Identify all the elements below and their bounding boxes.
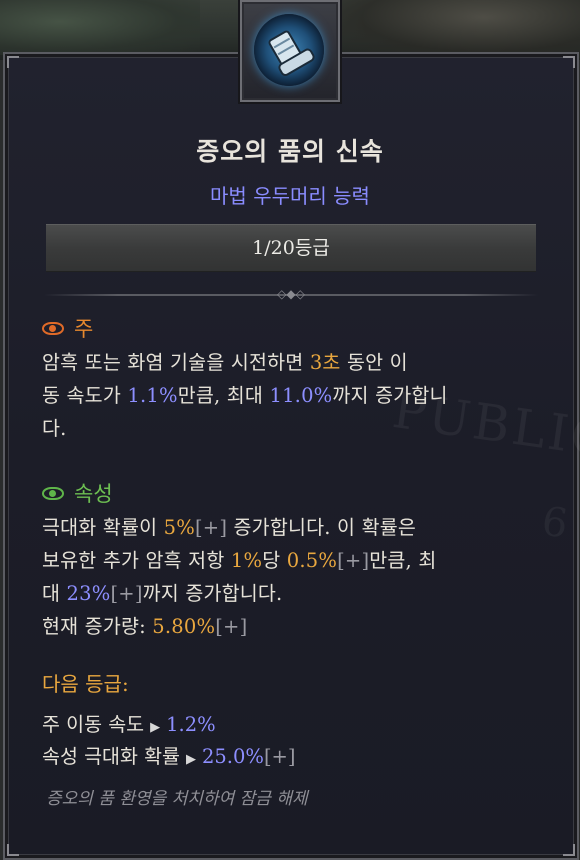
resist-value: 1% bbox=[230, 549, 263, 572]
text-span: 보유한 추가 암흑 저항 bbox=[42, 549, 231, 572]
main-label: 주 bbox=[74, 317, 94, 341]
text-span: 만큼, 최 bbox=[369, 549, 437, 572]
arrow-icon: ▶ bbox=[185, 752, 196, 767]
main-line: 암흑 또는 화염 기술을 시전하면 3초 동안 이 bbox=[42, 346, 542, 379]
plus-marker: [+] bbox=[337, 549, 370, 572]
text-span: 당 bbox=[262, 549, 287, 572]
crit-value: 5% bbox=[163, 516, 195, 539]
main-section-header: 주 bbox=[42, 314, 93, 342]
background-foliage bbox=[0, 0, 200, 55]
eye-icon bbox=[42, 486, 64, 500]
attribute-description: 극대화 확률이 5%[+] 증가합니다. 이 확률은 보유한 추가 암흑 저항 … bbox=[42, 511, 542, 643]
text-span: 까지 증가합니 bbox=[332, 384, 448, 407]
plus-marker: [+] bbox=[263, 745, 296, 768]
next-rank-title: 다음 등급: bbox=[42, 672, 129, 696]
duration-value: 3초 bbox=[309, 351, 341, 374]
current-value: 5.80% bbox=[152, 615, 216, 638]
main-line: 다. bbox=[42, 412, 542, 445]
divider-ornament-icon: ◇◆◇ bbox=[277, 287, 305, 301]
attribute-line: 보유한 추가 암흑 저항 1%당 0.5%[+]만큼, 최 bbox=[42, 544, 542, 577]
plus-marker: [+] bbox=[215, 615, 248, 638]
eye-icon bbox=[42, 321, 64, 335]
tooltip-panel bbox=[3, 52, 579, 860]
current-increase-line: 현재 증가량: 5.80%[+] bbox=[42, 610, 542, 643]
rank-bar: 1/20등급 bbox=[46, 224, 536, 272]
panel-corner bbox=[7, 844, 19, 856]
max-speed-value: 11.0% bbox=[269, 384, 333, 407]
text-span: 증가합니다. 이 확률은 bbox=[227, 516, 416, 539]
panel-corner bbox=[563, 56, 575, 68]
skill-title: 증오의 품의 신속 bbox=[196, 137, 384, 166]
current-label: 현재 증가량: bbox=[42, 615, 153, 638]
background-statue bbox=[340, 0, 580, 58]
unlock-requirement: 증오의 품 환영을 처치하여 잠금 해제 bbox=[46, 789, 308, 809]
arrow-icon: ▶ bbox=[150, 720, 161, 735]
attribute-section-header: 속성 bbox=[42, 479, 113, 507]
attribute-line: 극대화 확률이 5%[+] 증가합니다. 이 확률은 bbox=[42, 511, 542, 544]
speed-value: 1.1% bbox=[127, 384, 178, 407]
next-rank-label: 주 이동 속도 bbox=[42, 713, 145, 736]
text-span: 까지 증가합니다. bbox=[142, 582, 283, 605]
text-span: 동 속도가 bbox=[42, 384, 128, 407]
text-span: 대 bbox=[42, 582, 67, 605]
plus-marker: [+] bbox=[194, 516, 228, 539]
next-rank-value: 1.2% bbox=[166, 713, 216, 736]
text-span: 극대화 확률이 bbox=[42, 516, 164, 539]
attribute-label: 속성 bbox=[74, 482, 113, 506]
per-value: 0.5% bbox=[286, 549, 338, 572]
next-rank-row: 주 이동 속도 ▶ 1.2% bbox=[42, 708, 216, 737]
text-span: 암흑 또는 화염 기술을 시전하면 bbox=[42, 351, 310, 374]
attribute-line: 대 23%[+]까지 증가합니다. bbox=[42, 577, 542, 610]
max-crit-value: 23% bbox=[66, 582, 111, 605]
main-line: 동 속도가 1.1%만큼, 최대 11.0%까지 증가합니 bbox=[42, 379, 542, 412]
text-span: 만큼, 최대 bbox=[177, 384, 270, 407]
text-span: 동안 이 bbox=[340, 351, 408, 374]
next-rank-label: 속성 극대화 확률 bbox=[42, 745, 180, 768]
skill-subtitle: 마법 우두머리 능력 bbox=[210, 184, 370, 208]
main-description: 암흑 또는 화염 기술을 시전하면 3초 동안 이 동 속도가 1.1%만큼, … bbox=[42, 346, 542, 445]
next-rank-row: 속성 극대화 확률 ▶ 25.0%[+] bbox=[42, 740, 296, 769]
next-rank-value: 25.0% bbox=[201, 745, 264, 768]
skill-icon-frame bbox=[240, 0, 340, 102]
plus-marker: [+] bbox=[110, 582, 143, 605]
panel-corner bbox=[7, 56, 19, 68]
boots-icon bbox=[268, 30, 315, 76]
text-span: 다. bbox=[42, 417, 67, 440]
panel-corner bbox=[563, 844, 575, 856]
